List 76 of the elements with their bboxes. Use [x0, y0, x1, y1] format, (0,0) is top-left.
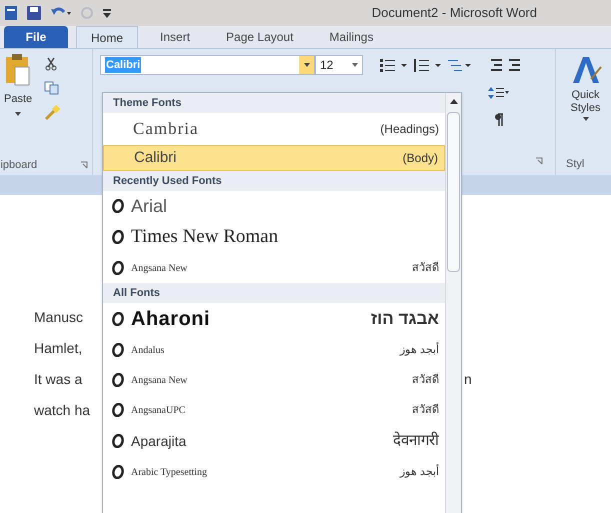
font-size-field[interactable]: 12 [315, 55, 363, 75]
ribbon-tab[interactable]: Page Layout [212, 26, 308, 48]
font-option[interactable]: Times New Roman [103, 221, 445, 253]
document-text: It was a [34, 370, 82, 389]
font-option[interactable]: Angsana New สวัสดี [103, 253, 445, 283]
font-name: Calibri [133, 148, 177, 168]
group-label: Styl [565, 156, 584, 172]
font-name: Arial [131, 194, 168, 218]
copy-icon[interactable] [44, 81, 60, 95]
caret-icon[interactable] [15, 112, 22, 116]
section-header: Theme Fonts [103, 93, 445, 113]
font-sample: אבגד הוז [370, 308, 439, 330]
font-option[interactable]: Aparajita देवनागरी [103, 425, 445, 457]
font-name: Aparajita [131, 432, 186, 451]
font-name: Andalus [131, 344, 164, 358]
document-text: watch ha [34, 401, 90, 420]
customize-toolbar-icon[interactable] [102, 7, 112, 19]
section-header: All Fonts [103, 283, 445, 303]
font-sample: สวัสดี [412, 402, 439, 418]
font-sample: สวัสดี [412, 372, 439, 388]
opentype-icon [111, 230, 125, 244]
ribbon-tab[interactable]: File [4, 26, 68, 48]
ribbon-tab[interactable]: Mailings [315, 26, 388, 48]
opentype-icon [111, 312, 125, 326]
ribbon-tab[interactable]: Insert [146, 26, 204, 48]
font-sample: (Headings) [380, 121, 439, 138]
save-icon[interactable] [26, 5, 42, 21]
ribbon-tab[interactable]: Home [76, 26, 138, 48]
dialog-launcher-icon[interactable] [535, 157, 543, 165]
bullets-icon[interactable] [379, 58, 409, 72]
window-title: Document2 - Microsoft Word [372, 4, 537, 22]
caret-icon[interactable] [352, 63, 358, 67]
multilevel-list-icon[interactable] [447, 58, 473, 72]
font-option[interactable]: Arial [103, 191, 445, 221]
scissors-icon[interactable] [44, 57, 58, 71]
dropdown-button[interactable] [299, 56, 314, 74]
font-option[interactable]: Calibri (Body) [103, 145, 445, 171]
font-sample: أبجد هوز [400, 464, 439, 480]
opentype-icon [111, 434, 125, 448]
clipboard-icon[interactable] [4, 53, 32, 87]
word-app-icon [4, 5, 18, 21]
opentype-icon [111, 343, 125, 357]
font-sample: สวัสดี [412, 260, 439, 276]
group-label: lipboard [0, 158, 38, 172]
font-sample: देवनागरी [393, 430, 439, 451]
document-text: Manusc [34, 308, 84, 327]
font-option[interactable]: Angsana New สวัสดี [103, 365, 445, 395]
font-name: Aharoni [131, 307, 210, 332]
font-name: Angsana New [131, 374, 188, 388]
opentype-icon [111, 373, 125, 387]
section-header: Recently Used Fonts [103, 171, 445, 191]
scroll-thumb[interactable] [447, 112, 460, 272]
font-sample: أبجد هوز [400, 342, 439, 358]
font-name: Cambria [132, 118, 199, 140]
font-option[interactable]: AngsanaUPC สวัสดี [103, 395, 445, 425]
scrollbar[interactable] [445, 93, 461, 513]
numbering-icon[interactable] [413, 58, 443, 72]
quick-styles-button[interactable]: Quick Styles [564, 89, 608, 115]
opentype-icon [111, 261, 125, 275]
font-name: Angsana New [131, 262, 188, 276]
pilcrow-icon[interactable] [494, 113, 504, 127]
opentype-icon [111, 465, 125, 479]
document-text: Hamlet, [34, 339, 82, 358]
font-name: AngsanaUPC [131, 404, 186, 418]
dialog-launcher-icon[interactable] [80, 160, 88, 169]
paste-label[interactable]: Paste [4, 91, 32, 108]
font-option[interactable]: Cambria (Headings) [103, 113, 445, 145]
line-spacing-icon[interactable] [488, 86, 510, 100]
opentype-icon [111, 403, 125, 417]
font-sample: (Body) [402, 150, 438, 167]
document-text: n [464, 370, 472, 389]
caret-icon[interactable] [582, 117, 588, 121]
opentype-icon [111, 199, 125, 213]
font-name: Arabic Typesetting [131, 466, 208, 480]
font-name: Times New Roman [131, 224, 278, 249]
scroll-up-icon[interactable] [450, 99, 458, 104]
